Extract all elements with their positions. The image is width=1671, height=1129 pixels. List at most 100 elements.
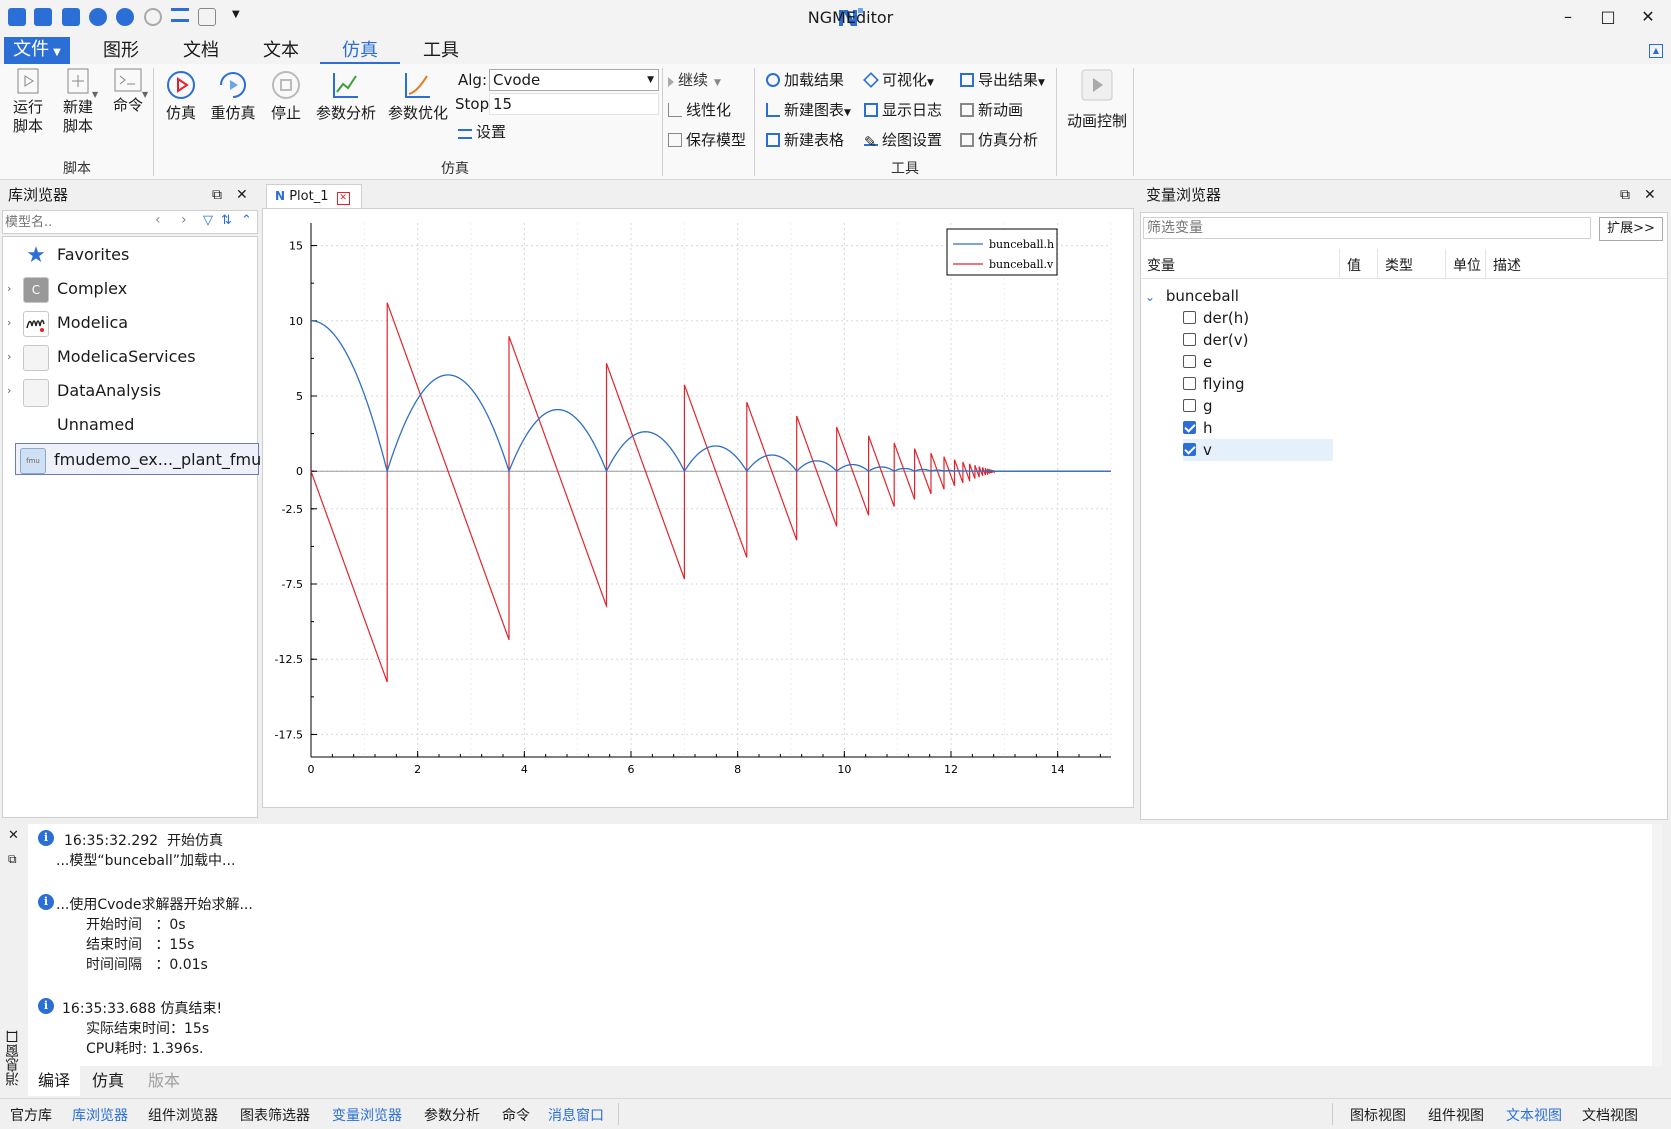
log-scrollbar[interactable] [1652, 824, 1662, 1066]
show-log-button[interactable]: 显示日志 [864, 100, 942, 120]
tab-text[interactable]: 文本 [250, 38, 312, 64]
new-table-button[interactable]: 新建表格 [766, 130, 844, 150]
simulate-button[interactable]: 仿真 [160, 70, 202, 123]
maximize-button[interactable]: □ [1588, 4, 1628, 30]
plot-settings-button[interactable]: ✎ 绘图设置 [864, 130, 942, 151]
save-model-button[interactable]: 保存模型 [668, 130, 746, 150]
param-optimization-button[interactable]: 参数优化 [386, 70, 450, 123]
sim-analysis-button[interactable]: 仿真分析 [960, 130, 1038, 150]
new-chart-button[interactable]: 新建图表▼ [766, 100, 851, 123]
statusbar-message-window[interactable]: 消息窗口 [548, 1105, 604, 1125]
stop-simulation-button[interactable]: 停止 [266, 70, 306, 123]
variable-root-bunceball[interactable]: ⌄ bunceball [1145, 285, 1239, 307]
close-icon[interactable]: ✕ [236, 182, 248, 208]
close-icon[interactable]: ✕ [8, 828, 19, 843]
close-button[interactable]: ✕ [1628, 4, 1668, 30]
run-script-button[interactable]: 运行 脚本 [8, 68, 48, 136]
column-unit[interactable]: 单位 [1453, 255, 1481, 275]
chevron-left-icon[interactable]: ‹ [155, 212, 161, 228]
tab-simulation[interactable]: 仿真 [320, 38, 400, 64]
expand-arrow-icon[interactable]: › [7, 273, 11, 305]
sort-icon[interactable]: ⇅ [221, 213, 232, 228]
minimize-button[interactable]: – [1548, 4, 1588, 30]
variable-checkbox[interactable] [1183, 443, 1196, 456]
tab-plot-1[interactable]: N Plot_1 ✕ [266, 184, 362, 208]
plot-panel[interactable]: 0 2 4 6 8 10 12 14 15 10 5 0 -2.5 -7.5 -12.5 -17.5 bunce… [262, 208, 1134, 808]
statusbar-component-view[interactable]: 组件视图 [1428, 1105, 1484, 1125]
continue-button[interactable]: 继续 ▼ [668, 70, 721, 93]
statusbar-param-analysis[interactable]: 参数分析 [424, 1105, 480, 1125]
variable-checkbox[interactable] [1183, 355, 1196, 368]
undock-icon[interactable]: ⧉ [1620, 182, 1630, 208]
variable-filter-input[interactable] [1143, 217, 1591, 239]
column-type[interactable]: 类型 [1385, 255, 1413, 275]
load-result-button[interactable]: 加载结果 [766, 70, 844, 90]
expand-arrow-icon[interactable]: › [7, 341, 11, 373]
variable-row-der-v[interactable]: der(v) [1183, 329, 1333, 351]
column-description[interactable]: 描述 [1493, 255, 1521, 275]
statusbar-document-view[interactable]: 文档视图 [1582, 1105, 1638, 1125]
statusbar-official-library[interactable]: 官方库 [10, 1105, 52, 1125]
tab-simulation-log[interactable]: 仿真 [82, 1066, 134, 1096]
ribbon-collapse-icon[interactable]: ▲ [1649, 44, 1663, 58]
tab-version[interactable]: 版本 [138, 1066, 190, 1096]
tab-graphics[interactable]: 图形 [90, 38, 152, 64]
library-search-input[interactable] [5, 213, 145, 231]
statusbar-icon-view[interactable]: 图标视图 [1350, 1105, 1406, 1125]
command-dropdown-icon[interactable]: ▼ [142, 90, 148, 99]
expand-button[interactable]: 扩展>> [1599, 217, 1663, 241]
export-result-button[interactable]: 导出结果▼ [960, 70, 1045, 93]
new-script-button[interactable]: 新建 脚本 [58, 68, 98, 136]
param-analysis-button[interactable]: 参数分析 [314, 70, 378, 123]
new-script-dropdown-icon[interactable]: ▼ [92, 90, 98, 99]
statusbar-component-browser[interactable]: 组件浏览器 [148, 1105, 218, 1125]
new-animation-button[interactable]: 新动画 [960, 100, 1023, 120]
variable-row-der-h[interactable]: der(h) [1183, 307, 1333, 329]
linearize-button[interactable]: 线性化 [668, 100, 731, 120]
animation-dropdown-icon[interactable]: ▼ [1118, 114, 1124, 123]
chevron-down-icon[interactable]: ⌄ [1145, 290, 1155, 304]
library-item-dataanalysis[interactable]: › DataAnalysis [3, 375, 257, 407]
column-variable[interactable]: 变量 [1147, 255, 1175, 275]
variable-row-flying[interactable]: flying [1183, 373, 1333, 395]
library-item-complex[interactable]: › C Complex [3, 273, 257, 305]
visualize-button[interactable]: 可视化▼ [863, 70, 934, 93]
variable-checkbox[interactable] [1183, 399, 1196, 412]
library-item-favorites[interactable]: ★ Favorites [3, 239, 257, 271]
variable-checkbox[interactable] [1183, 421, 1196, 434]
filter-icon[interactable]: ▽ [203, 213, 213, 228]
close-tab-icon[interactable]: ✕ [336, 192, 350, 205]
stop-time-input[interactable]: 15 [489, 93, 659, 115]
column-value[interactable]: 值 [1347, 255, 1361, 275]
variable-row-v[interactable]: v [1183, 439, 1333, 461]
variable-row-g[interactable]: g [1183, 395, 1333, 417]
file-menu-button[interactable]: 文件 ▼ [4, 37, 70, 64]
statusbar-command[interactable]: 命令 [502, 1105, 530, 1125]
variable-row-h[interactable]: h [1183, 417, 1333, 439]
variable-row-e[interactable]: e [1183, 351, 1333, 373]
statusbar-library-browser[interactable]: 库浏览器 [72, 1105, 128, 1125]
variable-checkbox[interactable] [1183, 311, 1196, 324]
resimulate-button[interactable]: 重仿真 [208, 70, 258, 123]
tab-document[interactable]: 文档 [170, 38, 232, 64]
library-item-fmu[interactable]: fmu fmudemo_ex..._plant_fmu [15, 443, 261, 475]
close-icon[interactable]: ✕ [1644, 182, 1656, 208]
chevron-right-icon[interactable]: › [181, 212, 187, 228]
expand-arrow-icon[interactable]: › [7, 307, 11, 339]
statusbar-text-view[interactable]: 文本视图 [1506, 1105, 1562, 1125]
library-item-modelicaservices[interactable]: › ModelicaServices [3, 341, 257, 373]
variable-checkbox[interactable] [1183, 377, 1196, 390]
statusbar-variable-browser[interactable]: 变量浏览器 [332, 1105, 402, 1125]
variable-checkbox[interactable] [1183, 333, 1196, 346]
library-item-modelica[interactable]: › Modelica [3, 307, 257, 339]
settings-button[interactable]: 设置 [458, 122, 506, 142]
collapse-all-icon[interactable]: ⌃ [241, 213, 252, 228]
statusbar-chart-filter[interactable]: 图表筛选器 [240, 1105, 310, 1125]
undock-icon[interactable]: ⧉ [8, 852, 17, 867]
algorithm-select[interactable]: Cvode ▼ [489, 69, 659, 91]
tab-tools[interactable]: 工具 [410, 38, 472, 64]
tab-compile[interactable]: 编译 [28, 1066, 81, 1096]
expand-arrow-icon[interactable]: › [7, 375, 11, 407]
undock-icon[interactable]: ⧉ [212, 182, 222, 208]
library-item-unnamed[interactable]: Unnamed [3, 409, 257, 441]
